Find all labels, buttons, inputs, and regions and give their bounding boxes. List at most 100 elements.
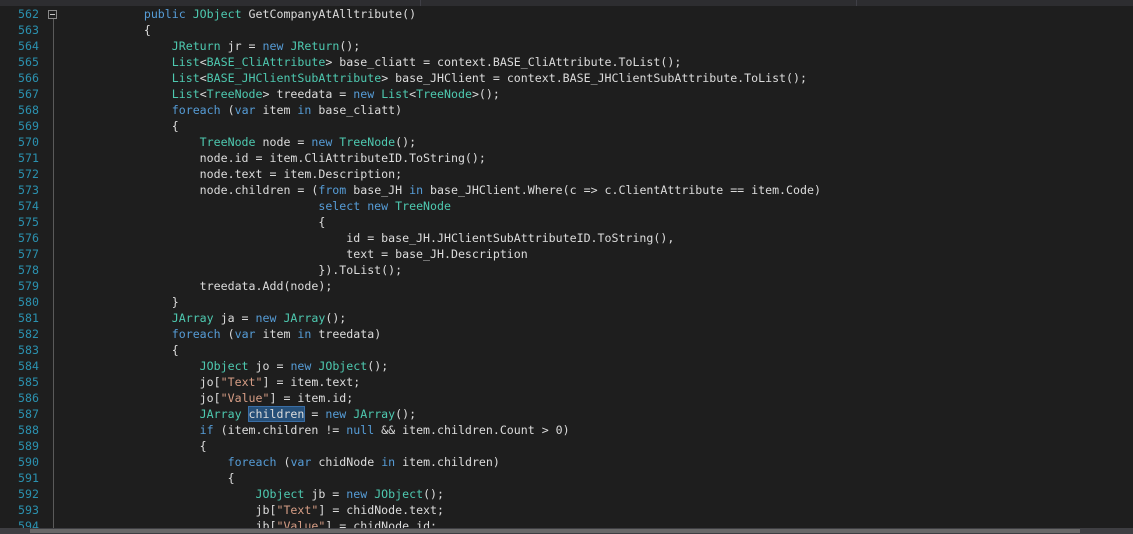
code-lines[interactable]: 562 public JObject GetCompanyAtAlltribut… (0, 6, 1133, 533)
code-text[interactable]: jo["Text"] = item.text; (88, 374, 361, 390)
code-line[interactable]: 570 TreeNode node = new TreeNode(); (0, 134, 1133, 150)
code-line[interactable]: 589 { (0, 438, 1133, 454)
code-line[interactable]: 584 JObject jo = new JObject(); (0, 358, 1133, 374)
code-line[interactable]: 585 jo["Text"] = item.text; (0, 374, 1133, 390)
code-token: in (409, 183, 431, 197)
code-line[interactable]: 578 }).ToList(); (0, 262, 1133, 278)
code-line[interactable]: 591 { (0, 470, 1133, 486)
code-line[interactable]: 592 JObject jb = new JObject(); (0, 486, 1133, 502)
code-line[interactable]: 567 List<TreeNode> treedata = new List<T… (0, 86, 1133, 102)
code-text[interactable]: node.id = item.CliAttributeID.ToString()… (88, 150, 486, 166)
code-text[interactable]: public JObject GetCompanyAtAlltribute() (88, 6, 416, 22)
code-text[interactable]: { (88, 22, 151, 38)
code-text[interactable]: foreach (var chidNode in item.children) (88, 454, 500, 470)
code-text[interactable]: { (88, 470, 235, 486)
code-line[interactable]: 587 JArray children = new JArray(); (0, 406, 1133, 422)
code-text[interactable]: }).ToList(); (88, 262, 402, 278)
code-text[interactable]: { (88, 438, 207, 454)
code-text[interactable]: List<BASE_CliAttribute> base_cliatt = co… (88, 54, 682, 70)
code-text[interactable]: { (88, 342, 179, 358)
code-line[interactable]: 564 JReturn jr = new JReturn(); (0, 38, 1133, 54)
code-token: ] = item.id; (269, 391, 354, 405)
code-line[interactable]: 574 select new TreeNode (0, 198, 1133, 214)
code-text[interactable]: foreach (var item in treedata) (88, 326, 381, 342)
code-line[interactable]: 586 jo["Value"] = item.id; (0, 390, 1133, 406)
line-number: 568 (18, 103, 39, 117)
code-line[interactable]: 593 jb["Text"] = chidNode.text; (0, 502, 1133, 518)
code-editor[interactable]: 562 public JObject GetCompanyAtAlltribut… (0, 0, 1133, 534)
line-number: 593 (18, 503, 39, 517)
line-number: 587 (18, 407, 39, 421)
line-number: 562 (18, 7, 39, 21)
code-line[interactable]: 580 } (0, 294, 1133, 310)
code-token: TreeNode (88, 135, 256, 149)
code-line[interactable]: 566 List<BASE_JHClientSubAttribute> base… (0, 70, 1133, 86)
line-number: 581 (18, 311, 39, 325)
code-line[interactable]: 581 JArray ja = new JArray(); (0, 310, 1133, 326)
scrollbar-thumb[interactable] (30, 529, 1080, 533)
code-token: new (353, 87, 382, 101)
code-line[interactable]: 577 text = base_JH.Description (0, 246, 1133, 262)
code-text[interactable]: jo["Value"] = item.id; (88, 390, 354, 406)
code-line[interactable]: 582 foreach (var item in treedata) (0, 326, 1133, 342)
code-line[interactable]: 588 if (item.children != null && item.ch… (0, 422, 1133, 438)
code-token: ] = item.text; (262, 375, 361, 389)
line-number: 582 (18, 327, 39, 341)
line-number: 580 (18, 295, 39, 309)
line-number: 564 (18, 39, 39, 53)
code-token: > base_JHClient = context.BASE_JHClientS… (381, 71, 807, 85)
code-token: (item.children != (220, 423, 347, 437)
line-number: 569 (18, 119, 39, 133)
code-text[interactable]: foreach (var item in base_cliatt) (88, 102, 402, 118)
code-token: item (262, 103, 298, 117)
code-line[interactable]: 572 node.text = item.Description; (0, 166, 1133, 182)
code-token: && item.children.Count > 0) (381, 423, 570, 437)
code-line[interactable]: 579 treedata.Add(node); (0, 278, 1133, 294)
line-number: 584 (18, 359, 39, 373)
code-text[interactable]: List<TreeNode> treedata = new List<TreeN… (88, 86, 500, 102)
code-token: "Value" (220, 391, 270, 405)
code-line[interactable]: 565 List<BASE_CliAttribute> base_cliatt … (0, 54, 1133, 70)
code-text[interactable]: id = base_JH.JHClientSubAttributeID.ToSt… (88, 230, 674, 246)
code-line[interactable]: 568 foreach (var item in base_cliatt) (0, 102, 1133, 118)
code-token: TreeNode (206, 87, 263, 101)
horizontal-scrollbar[interactable] (0, 528, 1133, 534)
code-text[interactable]: } (88, 294, 179, 310)
code-token: base_JHClient.Where(c => c.ClientAttribu… (430, 183, 821, 197)
code-line[interactable]: 583 { (0, 342, 1133, 358)
code-text[interactable]: node.text = item.Description; (88, 166, 402, 182)
code-text[interactable]: JArray children = new JArray(); (88, 406, 416, 422)
code-text[interactable]: JObject jo = new JObject(); (88, 358, 389, 374)
code-text[interactable]: select new TreeNode (88, 198, 451, 214)
line-number: 586 (18, 391, 39, 405)
code-line[interactable]: 569 { (0, 118, 1133, 134)
code-token: { (88, 471, 235, 485)
code-line[interactable]: 575 { (0, 214, 1133, 230)
code-text[interactable]: text = base_JH.Description (88, 246, 528, 262)
code-line[interactable]: 562 public JObject GetCompanyAtAlltribut… (0, 6, 1133, 22)
code-text[interactable]: JArray ja = new JArray(); (88, 310, 347, 326)
code-token: chidNode (318, 455, 382, 469)
code-token: (); (395, 135, 417, 149)
code-token: < (199, 71, 207, 85)
code-line[interactable]: 563 { (0, 22, 1133, 38)
code-line[interactable]: 573 node.children = (from base_JH in bas… (0, 182, 1133, 198)
code-text[interactable]: JObject jb = new JObject(); (88, 486, 445, 502)
code-token: foreach (88, 327, 228, 341)
code-text[interactable]: treedata.Add(node); (88, 278, 333, 294)
code-line[interactable]: 576 id = base_JH.JHClientSubAttributeID.… (0, 230, 1133, 246)
code-text[interactable]: { (88, 118, 179, 134)
code-token: BASE_CliAttribute (206, 55, 326, 69)
code-text[interactable]: JReturn jr = new JReturn(); (88, 38, 361, 54)
code-text[interactable]: { (88, 214, 325, 230)
code-text[interactable]: node.children = (from base_JH in base_JH… (88, 182, 821, 198)
code-text[interactable]: if (item.children != null && item.childr… (88, 422, 570, 438)
code-token: >(); (471, 87, 500, 101)
code-text[interactable]: TreeNode node = new TreeNode(); (88, 134, 416, 150)
code-line[interactable]: 571 node.id = item.CliAttributeID.ToStri… (0, 150, 1133, 166)
code-text[interactable]: List<BASE_JHClientSubAttribute> base_JHC… (88, 70, 807, 86)
code-token: JReturn (290, 39, 340, 53)
code-text[interactable]: jb["Text"] = chidNode.text; (88, 502, 444, 518)
code-line[interactable]: 590 foreach (var chidNode in item.childr… (0, 454, 1133, 470)
code-token: }).ToList(); (88, 263, 403, 277)
